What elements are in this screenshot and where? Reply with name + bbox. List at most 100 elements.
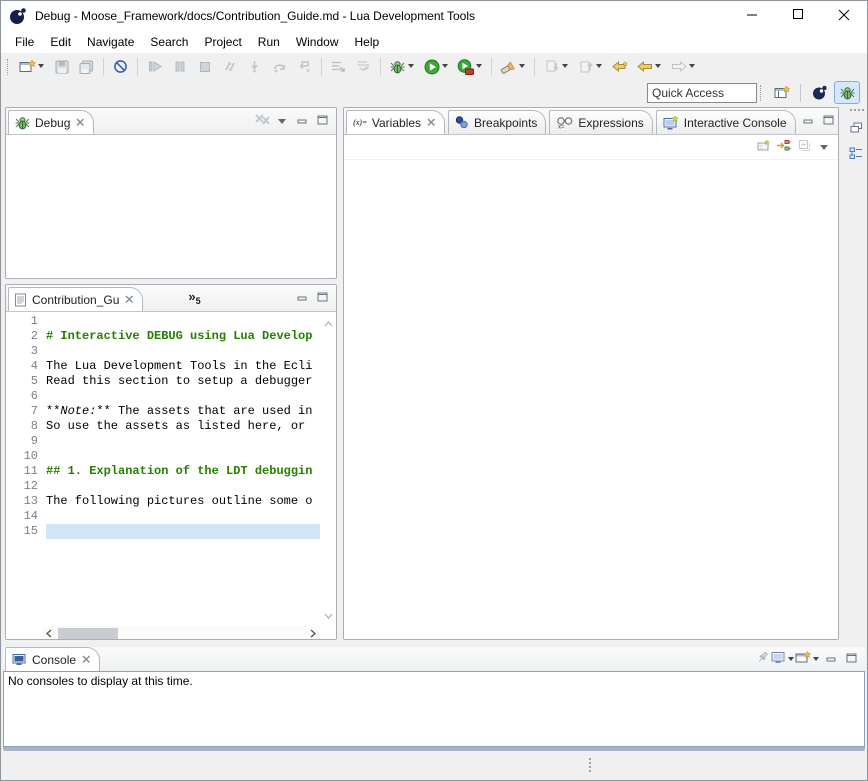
scroll-down-icon[interactable] (324, 608, 333, 622)
dropdown-caret-icon[interactable] (476, 64, 483, 69)
lua-perspective-button[interactable] (806, 81, 832, 104)
editor-maximize-button[interactable] (312, 289, 332, 307)
open-perspective-button[interactable] (769, 81, 795, 104)
tab-contribution-guide[interactable]: Contribution_Gu (8, 287, 143, 311)
display-selected-console-button[interactable] (773, 650, 793, 668)
dropdown-caret-icon[interactable] (442, 64, 449, 69)
menu-edit[interactable]: Edit (42, 33, 79, 51)
toolbar-grip (7, 59, 12, 75)
tab-expressions[interactable]: x=Expressions (549, 110, 652, 134)
dropdown-caret-icon[interactable] (408, 64, 415, 69)
tab-debug[interactable]: Debug (8, 110, 94, 134)
outline-icon (849, 147, 863, 163)
show-logical-structures-button[interactable] (774, 138, 794, 156)
editor-vertical-scrollbar[interactable] (322, 313, 335, 625)
quick-access-input[interactable] (647, 83, 757, 103)
resume-button (143, 55, 166, 79)
terminate-icon (196, 58, 213, 75)
hidden-editors-button[interactable]: »5 (188, 290, 200, 306)
menu-navigate[interactable]: Navigate (79, 33, 142, 51)
open-console-button[interactable] (793, 650, 821, 668)
editor-minimize-button[interactable] (292, 289, 312, 307)
scrollbar-thumb[interactable] (58, 628, 118, 639)
line-number: 7 (6, 404, 38, 419)
code-text-area[interactable]: # Interactive DEBUG using Lua DevelopThe… (46, 314, 320, 625)
line-number: 15 (6, 524, 38, 539)
menu-file[interactable]: File (7, 33, 42, 51)
step-over-button (268, 55, 291, 79)
menu-help[interactable]: Help (347, 33, 388, 51)
debug-perspective-button[interactable] (834, 81, 860, 104)
line-number: 13 (6, 494, 38, 509)
outline-view-button[interactable] (847, 145, 865, 165)
new-wizard-icon (19, 58, 36, 75)
editor-buttons (292, 289, 336, 307)
restore-view-button[interactable] (847, 119, 865, 139)
close-tab-icon[interactable] (427, 118, 436, 127)
status-bar (1, 753, 867, 781)
maximize-icon (823, 114, 834, 128)
debug-view-tabbar: Debug (6, 108, 336, 135)
dropdown-caret-icon[interactable] (519, 64, 526, 69)
debug-button[interactable] (386, 55, 418, 79)
menu-search[interactable]: Search (142, 33, 196, 51)
dropdown-caret-icon[interactable] (655, 64, 662, 69)
window-minimize-button[interactable] (729, 1, 775, 31)
console-maximize-button[interactable] (841, 650, 861, 668)
external-tools-button[interactable] (454, 55, 486, 79)
tab-variables[interactable]: (x)=Variables (346, 110, 445, 134)
close-tab-icon[interactable] (125, 295, 134, 304)
tab-breakpoints[interactable]: Breakpoints (448, 110, 546, 134)
close-tab-icon[interactable] (82, 655, 91, 664)
maximize-icon (317, 114, 328, 128)
dropdown-caret-icon[interactable] (38, 64, 45, 69)
dropdown-caret-icon[interactable] (596, 64, 603, 69)
dropdown-caret-icon[interactable] (689, 64, 696, 69)
toolbar-separator (321, 58, 322, 76)
statusbar-drag-handle[interactable] (589, 758, 591, 760)
last-edit-icon (611, 58, 628, 75)
chevron-more-icon: » (188, 290, 195, 303)
debug-maximize-button[interactable] (312, 112, 332, 130)
window-close-button[interactable] (821, 1, 867, 31)
scroll-right-icon[interactable] (310, 629, 316, 638)
window-maximize-button[interactable] (775, 1, 821, 31)
collapse-all-button (794, 138, 814, 156)
tab-interactive-console[interactable]: Interactive Console (656, 110, 796, 134)
code-line (46, 509, 320, 524)
title-bar: Debug - Moose_Framework/docs/Contributio… (1, 1, 867, 31)
variables-view-menu-button[interactable] (814, 138, 834, 156)
menu-window[interactable]: Window (288, 33, 347, 51)
restore-icon (850, 122, 863, 137)
variables-maximize-button[interactable] (819, 112, 839, 130)
console-minimize-button[interactable] (821, 650, 841, 668)
back-button[interactable] (633, 55, 665, 79)
debug-view-menu-button[interactable] (272, 112, 292, 130)
view-menu-icon (278, 114, 287, 128)
dropdown-caret-icon[interactable] (562, 64, 569, 69)
debug-minimize-button[interactable] (292, 112, 312, 130)
variables-minimize-button[interactable] (799, 112, 819, 130)
drop-to-frame-button (352, 55, 375, 79)
line-number: 5 (6, 374, 38, 389)
menu-run[interactable]: Run (250, 33, 288, 51)
console-bottom-sash[interactable] (3, 747, 865, 751)
scroll-left-icon[interactable] (46, 629, 52, 638)
tab-console[interactable]: Console (5, 647, 100, 671)
new-wizard-button[interactable] (16, 55, 48, 79)
scroll-up-icon[interactable] (324, 316, 333, 330)
search-button[interactable] (497, 55, 529, 79)
secondary-toolbar (1, 80, 867, 105)
editor-horizontal-scrollbar[interactable] (42, 626, 320, 640)
strip-drag-handle[interactable] (850, 109, 852, 111)
file-icon (15, 293, 27, 307)
display-console-icon (771, 651, 786, 667)
last-edit-location-button[interactable] (608, 55, 631, 79)
svg-text:::: :: (759, 145, 763, 151)
menu-project[interactable]: Project (196, 33, 249, 51)
close-tab-icon[interactable] (76, 118, 85, 127)
code-line: So use the assets as listed here, or (46, 419, 320, 434)
run-button[interactable] (420, 55, 452, 79)
skip-all-breakpoints-button[interactable] (109, 55, 132, 79)
editor-content[interactable]: 123456789101112131415 # Interactive DEBU… (6, 312, 336, 640)
